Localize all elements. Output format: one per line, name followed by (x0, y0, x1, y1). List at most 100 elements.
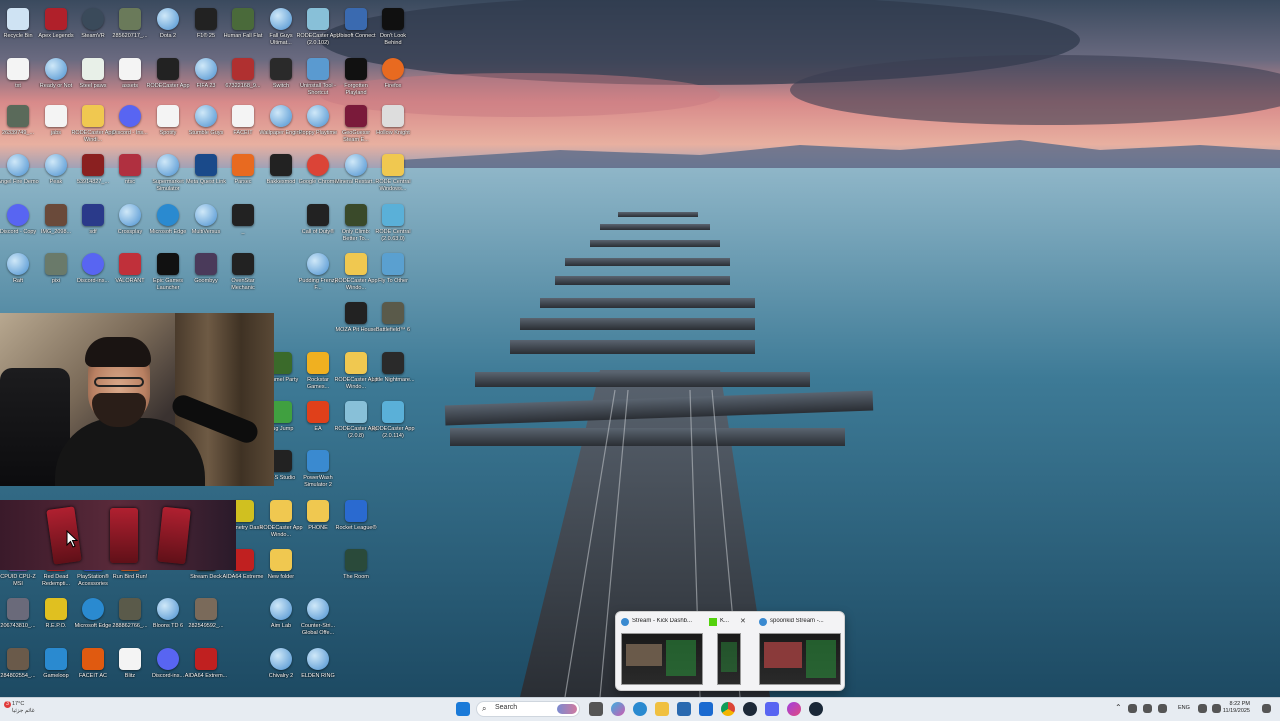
window-preview-1[interactable]: Stream - Kick Dashb... (618, 616, 704, 686)
file-icon (82, 204, 104, 226)
desktop-icon[interactable]: PowerWash Simulator 2 (296, 446, 340, 498)
desktop-icon[interactable]: Little Nightmare... (371, 348, 415, 400)
desktop-icon-label: Don't Look Behind (379, 33, 407, 46)
desktop-icon[interactable]: Fly To Other (371, 249, 415, 301)
globe-icon (270, 648, 292, 670)
geoguessr-icon (345, 105, 367, 127)
globe-icon (307, 105, 329, 127)
file-icon (7, 58, 29, 80)
desktop-icon[interactable]: RODECaster App (2.0.114) (371, 397, 415, 449)
discord-icon (157, 648, 179, 670)
kick-icon (709, 618, 717, 626)
hff-icon (232, 8, 254, 30)
outlook-icon[interactable] (699, 702, 713, 716)
desktop-icon[interactable]: The Room (334, 545, 378, 597)
desktop-icon[interactable]: New folder (259, 545, 303, 597)
rode-icon (382, 204, 404, 226)
desktop-icon[interactable]: Rocket League® (334, 496, 378, 548)
window-thumbnail (621, 633, 703, 685)
microphone-icon[interactable] (1158, 704, 1167, 713)
task-view-icon[interactable] (589, 702, 603, 716)
globe-icon (195, 105, 217, 127)
file-icon (119, 58, 141, 80)
globe-icon (195, 58, 217, 80)
weather-widget[interactable]: 3 17°C غائم جزئيا (4, 701, 35, 715)
start-icon[interactable] (456, 702, 470, 716)
globe-icon (307, 253, 329, 275)
repo-icon (45, 598, 67, 620)
tray-app-icon[interactable] (1143, 704, 1152, 713)
desktop-icon[interactable]: OvenStar Mechanic (221, 249, 265, 301)
desktop-icon[interactable]: Battlefield™ 6 (371, 298, 415, 350)
desktop-icon[interactable]: Counter-Stri... Global Offe... (296, 594, 340, 646)
ubisoft-icon (345, 8, 367, 30)
webcam-overlay (0, 313, 274, 486)
edge-icon[interactable] (633, 702, 647, 716)
image-icon (119, 8, 141, 30)
clock-time: 8:22 PM (1229, 701, 1250, 707)
cod-icon (307, 204, 329, 226)
file-icon (232, 204, 254, 226)
globe-icon (270, 8, 292, 30)
uninstall-icon (307, 58, 329, 80)
desktop-icon-label: RODECaster App (2.0.114) (371, 426, 415, 439)
steamvr-icon (82, 8, 104, 30)
powerwash-icon (307, 450, 329, 472)
game-icon (345, 204, 367, 226)
file-icon (45, 105, 67, 127)
folder-icon (270, 549, 292, 571)
person-glasses (94, 377, 144, 387)
taskbar-window-preview: Stream - Kick Dashb... K... ✕ spoonkid S… (615, 611, 845, 691)
desktop-icon[interactable]: Don't Look Behind (371, 4, 415, 56)
desktop-icon-label: AIDA64 Extrem... (184, 673, 228, 679)
notification-bell-icon[interactable] (1262, 704, 1271, 713)
image-icon (382, 302, 404, 324)
discord-icon[interactable] (765, 702, 779, 716)
chrome-icon[interactable] (721, 702, 735, 716)
desktop-icon-label: Fly To Other (378, 278, 408, 284)
steam-icon[interactable] (743, 702, 757, 716)
file-icon (82, 58, 104, 80)
globe-icon (157, 8, 179, 30)
desktop-icon-label: Hollow Knight (376, 130, 410, 136)
desktop-icon[interactable]: Firefox (371, 54, 415, 106)
discord-icon (7, 204, 29, 226)
copilot-icon[interactable] (611, 702, 625, 716)
search-highlight-icon (557, 704, 577, 714)
file-icon (157, 105, 179, 127)
steam-icon[interactable] (809, 702, 823, 716)
globe-icon (7, 154, 29, 176)
parsec-icon (232, 154, 254, 176)
image-icon (82, 154, 104, 176)
rode-icon (345, 401, 367, 423)
desktop-icon[interactable]: 282549592_... (184, 594, 228, 646)
file-explorer-icon[interactable] (655, 702, 669, 716)
image-icon (7, 105, 29, 127)
globe-icon (157, 154, 179, 176)
search-box[interactable]: ⌕ Search (476, 701, 580, 717)
wifi-icon[interactable] (1198, 704, 1207, 713)
chevron-up-icon[interactable]: ⌃ (1115, 703, 1122, 712)
window-preview-3[interactable]: spoonkid Stream -... (756, 616, 842, 686)
image-icon (232, 58, 254, 80)
desktop-icon[interactable]: Hollow Knight (371, 101, 415, 153)
messenger-icon[interactable] (787, 702, 801, 716)
store-icon[interactable] (677, 702, 691, 716)
window-title: K... (720, 618, 730, 624)
desktop-icon[interactable]: AIDA64 Extrem... (184, 644, 228, 696)
window-preview-2[interactable]: K... ✕ (706, 616, 750, 686)
desktop-icon[interactable]: RODE Central Windows... (371, 150, 415, 202)
desktop-icon[interactable]: RODE Central (2.0.63.0) (371, 200, 415, 252)
desktop-icon-label: Counter-Stri... Global Offe... (300, 623, 336, 636)
language-indicator[interactable]: ENG (1178, 705, 1190, 711)
rocket-league-icon (345, 500, 367, 522)
system-clock[interactable]: 8:22 PM 11/19/2025 (1223, 701, 1250, 715)
volume-icon[interactable] (1212, 704, 1221, 713)
tray-app-icon[interactable] (1128, 704, 1137, 713)
taskbar: 3 17°C غائم جزئيا ⌕ Search ⌃ ENG 8:22 PM… (0, 697, 1280, 721)
desktop-icon[interactable]: _ (221, 200, 265, 252)
close-icon[interactable]: ✕ (740, 617, 746, 625)
desktop-icon[interactable]: ELDEN RING (296, 644, 340, 696)
file-icon (119, 154, 141, 176)
rode-icon (382, 401, 404, 423)
